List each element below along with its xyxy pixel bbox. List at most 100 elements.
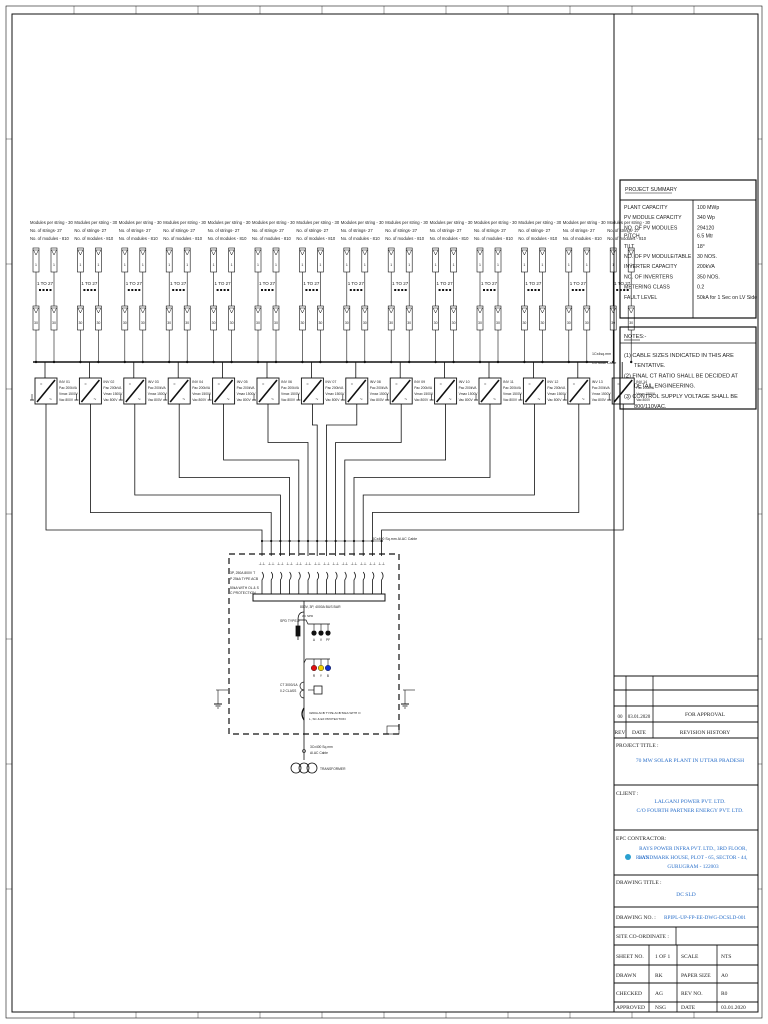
modules-per-string-label: Modules per string - 30	[252, 220, 295, 225]
diode-icon	[166, 249, 173, 256]
diode-icon	[343, 249, 350, 256]
diode-icon	[317, 307, 324, 314]
junction-dot	[496, 360, 500, 364]
module-number: 30	[478, 321, 482, 325]
continuation-dot	[571, 289, 574, 291]
inverter-spec: Pac 200kVA	[281, 386, 300, 390]
breaker-contact-icon: ⊥⊥	[259, 561, 266, 566]
junction-dot	[541, 360, 544, 364]
dc-symbol-icon: =	[40, 381, 43, 386]
continuation-dot	[397, 289, 400, 291]
project-title: 70 MW SOLAR PLANT IN UTTAR PRADESH	[636, 758, 744, 764]
no-of-modules-label: No. of modules - 810	[74, 236, 114, 241]
diode-icon	[166, 307, 173, 314]
diode-icon	[539, 307, 546, 314]
continuation-dot	[401, 289, 404, 291]
pv-module-last	[609, 305, 617, 331]
single-line-diagram: Modules per string - 30No. of strings- 2…	[5, 5, 763, 1019]
continuation-dot	[445, 289, 448, 291]
no-of-modules-label: No. of modules - 810	[474, 236, 514, 241]
no-of-strings-label: No. of strings- 27	[30, 228, 63, 233]
module-number: 1	[79, 263, 81, 267]
ac-output-cable	[353, 404, 491, 556]
ac-cable-note: 3Cx400 Sq.mm Al.AC Cable	[372, 537, 417, 541]
module-number: 1	[453, 263, 455, 267]
modules-per-string-label: Modules per string - 30	[430, 220, 473, 225]
continuation-dot	[575, 289, 578, 291]
inverter-name: INV 11	[503, 380, 514, 384]
string-range-label: 1 TO 27	[570, 281, 587, 286]
pv-module-last	[317, 305, 324, 331]
ac-symbol-icon: ~	[315, 397, 318, 403]
diode-icon	[228, 307, 235, 314]
ac-symbol-icon: ~	[271, 397, 274, 403]
ac-output-cable	[45, 404, 263, 556]
panel-tag	[386, 725, 400, 735]
continuation-dot	[134, 289, 137, 291]
continuation-dot	[182, 289, 185, 291]
dc-symbol-icon: =	[84, 381, 87, 386]
module-number: 30	[123, 321, 127, 325]
diode-icon	[610, 307, 617, 314]
summary-value: 0.2	[697, 285, 704, 291]
diode-icon	[388, 307, 395, 314]
module-number: 1	[168, 263, 170, 267]
breaker-contact-icon: ⊥⊥	[341, 561, 348, 566]
module-number: 30	[522, 321, 526, 325]
title-field-label: PAPER SIZE	[681, 973, 711, 979]
diode-icon	[33, 307, 39, 314]
ac-symbol-icon: ~	[138, 397, 141, 403]
junction-dot	[301, 360, 304, 364]
diode-icon	[255, 307, 261, 314]
junction-dot	[408, 360, 411, 364]
pv-module-first	[121, 247, 129, 273]
breaker-contact-icon: ⊥⊥	[351, 561, 358, 566]
summary-label: TILT	[624, 244, 635, 250]
no-of-modules-label: No. of modules - 810	[163, 236, 203, 241]
diode-icon	[121, 307, 128, 314]
pv-module-first	[387, 247, 395, 273]
indicator-label: R	[313, 674, 316, 678]
no-of-strings-label: No. of strings- 27	[341, 228, 374, 233]
module-number: 30	[34, 321, 38, 325]
meter-label: A	[313, 638, 316, 642]
continuation-dot	[527, 289, 530, 291]
pv-module-last	[521, 305, 528, 331]
string-range-label: 1 TO 27	[215, 281, 232, 286]
note-line: (2) FINAL CT RATIO SHALL BE DECIDED AT	[624, 373, 739, 379]
pv-module-first	[521, 247, 528, 273]
outgoing-cable-note: Al.AC Cable	[310, 751, 328, 755]
client-name: LALGANJ POWER PVT. LTD.	[654, 799, 726, 805]
pv-module-last	[32, 305, 40, 331]
acb-breaker-icon	[270, 571, 274, 594]
junction-dot	[34, 360, 38, 364]
junction-dot	[168, 360, 171, 364]
diode-icon	[361, 249, 368, 256]
module-number: 1	[53, 263, 55, 267]
diode-icon	[521, 307, 528, 314]
acb-breaker-icon	[372, 571, 375, 594]
module-number: 1	[213, 263, 215, 267]
junction-dot	[630, 360, 633, 364]
ac-symbol-icon: ~	[449, 397, 452, 403]
no-of-modules-label: No. of modules - 810	[563, 236, 603, 241]
continuation-dot	[127, 289, 130, 291]
junction-dot	[523, 360, 526, 364]
inverter-spec: Vmax 1500V	[592, 392, 612, 396]
diode-icon	[406, 249, 413, 256]
summary-label: METERING CLASS	[624, 285, 670, 291]
no-of-strings-label: No. of strings- 27	[385, 228, 418, 233]
no-of-strings-label: No. of strings- 27	[252, 228, 285, 233]
modules-per-string-label: Modules per string - 30	[341, 220, 384, 225]
module-number: 30	[407, 321, 411, 325]
continuation-dot	[223, 289, 226, 291]
diode-icon	[33, 249, 39, 256]
continuation-dot	[175, 289, 178, 291]
spd-label: SPD TYPE-2	[280, 619, 300, 623]
continuation-dot	[83, 289, 86, 291]
indicator-label: B	[327, 674, 329, 678]
continuation-dot	[404, 289, 407, 291]
inverter-spec: Vmax 1500V	[414, 392, 434, 396]
history-header: REVISION HISTORY	[680, 730, 731, 736]
modules-per-string-label: Modules per string - 30	[385, 220, 428, 225]
